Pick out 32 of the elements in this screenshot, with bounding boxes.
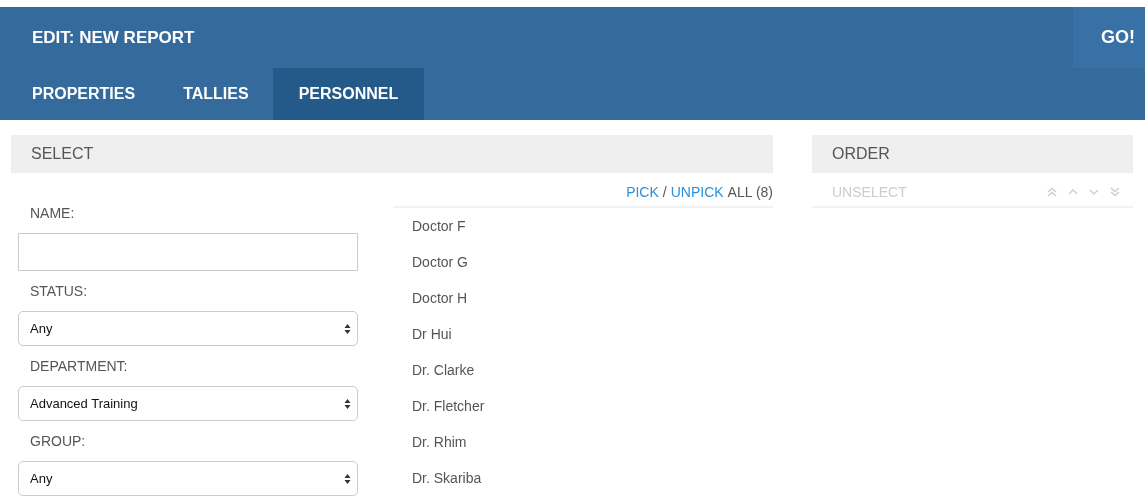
person-item[interactable]: Dr. Skariba — [412, 470, 482, 486]
pick-link[interactable]: PICK — [626, 184, 659, 200]
panel-header: SELECT — [11, 135, 773, 173]
person-item[interactable]: Dr. Fletcher — [412, 398, 485, 414]
caret-icon — [344, 322, 351, 335]
field-label: STATUS: — [29, 283, 89, 299]
dropdown[interactable]: Advanced Training — [18, 386, 358, 421]
go-button[interactable]: GO! — [1073, 7, 1145, 68]
person-item[interactable]: Dr Hui — [412, 326, 452, 342]
count-label: ALL (8) — [727, 184, 773, 200]
person-item[interactable]: Dr. Rhim — [412, 434, 467, 450]
unpick-link[interactable]: UNPICK — [670, 184, 724, 200]
tab[interactable]: PERSONNEL — [272, 68, 425, 120]
dropdown[interactable]: Any — [18, 461, 358, 496]
name-field[interactable] — [18, 233, 358, 271]
person-item[interactable]: Dr. Clarke — [412, 362, 475, 378]
window-title: EDIT: NEW REPORT — [31, 27, 195, 48]
tab[interactable]: TALLIES — [159, 68, 273, 120]
separator: / — [662, 184, 667, 200]
dropdown[interactable]: Any — [18, 311, 358, 346]
field-label: GROUP: — [29, 433, 87, 449]
caret-icon — [344, 397, 351, 410]
field-label: DEPARTMENT: — [29, 358, 129, 374]
double-down-icon[interactable] — [1109, 186, 1121, 198]
panel-header: ORDER — [812, 135, 1133, 173]
person-item[interactable]: Doctor H — [412, 290, 468, 306]
person-item[interactable]: Doctor G — [412, 254, 468, 270]
person-item[interactable]: Doctor F — [412, 218, 466, 234]
double-up-icon[interactable] — [1046, 186, 1058, 198]
field-label: NAME: — [29, 205, 76, 221]
tab[interactable]: PROPERTIES — [8, 68, 160, 120]
caret-icon — [344, 472, 351, 485]
